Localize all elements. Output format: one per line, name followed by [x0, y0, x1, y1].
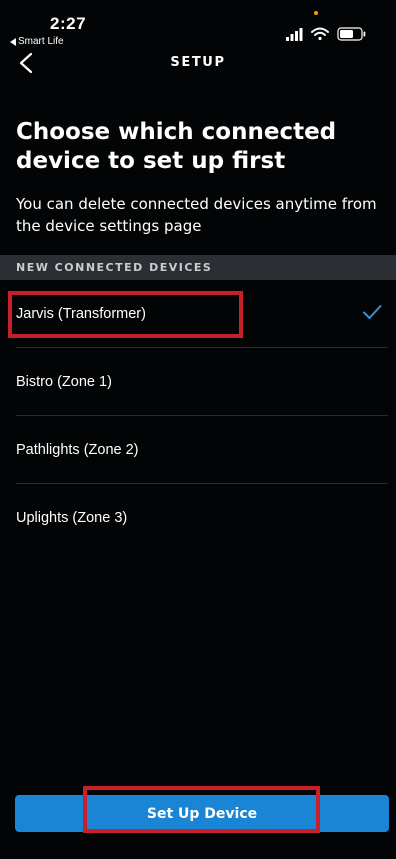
- back-app-label: Smart Life: [18, 36, 64, 47]
- battery-icon: [337, 27, 366, 41]
- device-list: Jarvis (Transformer) Bistro (Zone 1) Pat…: [0, 280, 396, 552]
- device-label: Jarvis (Transformer): [16, 306, 146, 322]
- nav-title: SETUP: [170, 55, 226, 70]
- device-item-uplights[interactable]: Uplights (Zone 3): [0, 484, 396, 552]
- back-triangle-icon: [10, 37, 16, 46]
- device-label: Uplights (Zone 3): [16, 510, 128, 526]
- wifi-icon: [311, 27, 329, 41]
- checkmark-icon: [363, 305, 382, 319]
- device-item-jarvis[interactable]: Jarvis (Transformer): [0, 280, 396, 348]
- cellular-signal-icon: [286, 28, 303, 41]
- status-time: 2:27: [50, 14, 87, 33]
- back-to-app-link[interactable]: Smart Life: [10, 36, 64, 47]
- status-icons: [286, 27, 366, 41]
- page-subtext: You can delete connected devices anytime…: [16, 195, 377, 235]
- page-heading: Choose which connected device to set up …: [16, 119, 337, 174]
- device-item-pathlights[interactable]: Pathlights (Zone 2): [0, 416, 396, 484]
- device-item-bistro[interactable]: Bistro (Zone 1): [0, 348, 396, 416]
- set-up-device-button[interactable]: Set Up Device: [15, 795, 389, 832]
- section-header: NEW CONNECTED DEVICES: [0, 255, 396, 280]
- device-label: Bistro (Zone 1): [16, 374, 112, 390]
- device-label: Pathlights (Zone 2): [16, 442, 139, 458]
- privacy-indicator-dot: [314, 11, 318, 15]
- section-header-label: NEW CONNECTED DEVICES: [16, 261, 213, 274]
- setup-screen: 2:27 Smart Life SETUP Choose which conne…: [0, 0, 396, 859]
